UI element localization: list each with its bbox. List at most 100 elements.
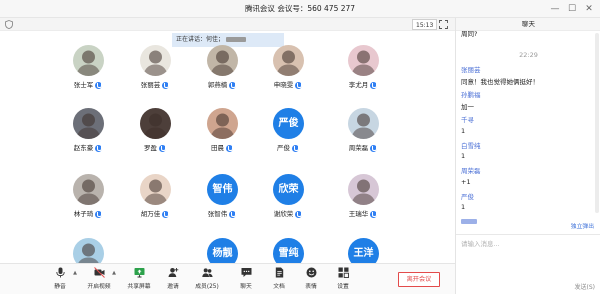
invite-button[interactable]: 邀请 bbox=[155, 267, 191, 293]
participant-name: 张士军 bbox=[58, 79, 118, 89]
share-screen-label: 共享屏幕 bbox=[127, 284, 151, 290]
grid-settings-icon bbox=[338, 267, 349, 278]
chat-message-text: 1 bbox=[461, 152, 466, 160]
members-button[interactable]: 成员(25) bbox=[189, 267, 225, 293]
participant-name-text: 罗盈 bbox=[144, 144, 157, 152]
maximize-button[interactable]: ☐ bbox=[565, 2, 579, 16]
participant-name-text: 李尤月 bbox=[348, 81, 369, 89]
title-bar: 腾讯会议 会议号：560 475 277 — ☐ ✕ bbox=[0, 0, 600, 18]
participant-name-text: 林子琦 bbox=[73, 210, 94, 218]
participant-name: 王瑞华 bbox=[333, 208, 393, 218]
participant-name-text: 王瑞华 bbox=[348, 210, 369, 218]
participant-name: 周荣磊 bbox=[333, 142, 393, 152]
chat-sender-name[interactable]: 孙鹏福 bbox=[461, 89, 481, 99]
reactions-button[interactable]: 表情 bbox=[293, 267, 329, 293]
avatar-initials: 严俊 bbox=[273, 108, 304, 139]
participant-tile[interactable]: 林子琦 bbox=[58, 174, 118, 230]
avatar-photo bbox=[140, 45, 171, 76]
chat-message-text: 同意！我也觉得她俩挺好！ bbox=[461, 78, 539, 86]
avatar-photo bbox=[73, 108, 104, 139]
mic-status-icon bbox=[370, 210, 378, 218]
participant-name: 赵东豪 bbox=[58, 142, 118, 152]
participant-tile[interactable]: 严俊 严俊 bbox=[258, 108, 318, 164]
participant-name: 李尤月 bbox=[333, 79, 393, 89]
chat-message-text: 加一 bbox=[461, 103, 474, 111]
chat-sender-name[interactable]: 张丽芸 bbox=[461, 64, 481, 74]
avatar-initials: 智伟 bbox=[207, 174, 238, 205]
participant-tile[interactable]: 郭燕楠 bbox=[192, 45, 252, 101]
participant-name: 胡万佳 bbox=[125, 208, 185, 218]
mic-status-icon bbox=[162, 210, 170, 218]
chat-message-text: 1 bbox=[461, 203, 466, 211]
avatar-photo bbox=[73, 174, 104, 205]
popout-chat-link[interactable]: 独立弹出 bbox=[571, 221, 594, 230]
chat-scrollbar[interactable] bbox=[595, 33, 599, 213]
participant-name-text: 郭燕楠 bbox=[207, 81, 228, 89]
mic-status-icon bbox=[370, 81, 378, 89]
video-options-caret-icon[interactable]: ▲ bbox=[112, 270, 116, 276]
participant-name: 张丽芸 bbox=[125, 79, 185, 89]
mic-status-icon bbox=[226, 144, 233, 152]
participant-tile[interactable]: 周荣磊 bbox=[333, 108, 393, 164]
participant-tile[interactable]: 王瑞华 bbox=[333, 174, 393, 230]
avatar-photo bbox=[273, 45, 304, 76]
camera-off-icon bbox=[93, 267, 105, 278]
chat-panel: 聊天 周同? 22:29 张丽芸 同意！我也觉得她俩挺好！ 孙鹏福 加一 千寻 1 白雪纯 1 周荣… bbox=[455, 18, 600, 294]
chat-sender-name[interactable]: 白雪纯 bbox=[461, 140, 481, 150]
participant-tile[interactable]: 胡万佳 bbox=[125, 174, 185, 230]
participant-tile[interactable]: 张士军 bbox=[58, 45, 118, 101]
meeting-toolbar: 静音 ▲ 开启视频 ▲ 共享屏幕 邀请 成员(25) 聊天 文档 表情 设置 离… bbox=[0, 263, 455, 294]
avatar-photo bbox=[140, 174, 171, 205]
microphone-icon bbox=[55, 267, 65, 278]
participant-tile[interactable]: 罗盈 bbox=[125, 108, 185, 164]
send-button[interactable]: 发送(S) bbox=[575, 282, 596, 291]
mute-options-caret-icon[interactable]: ▲ bbox=[73, 270, 77, 276]
participant-tile[interactable]: 田晨 bbox=[192, 108, 252, 164]
close-button[interactable]: ✕ bbox=[582, 2, 596, 16]
participant-name-text: 周荣磊 bbox=[348, 144, 369, 152]
mic-status-icon bbox=[295, 210, 303, 218]
mic-status-icon bbox=[95, 144, 103, 152]
participant-name-text: 申晓雯 bbox=[273, 81, 294, 89]
settings-button[interactable]: 设置 bbox=[325, 267, 361, 293]
participant-name: 谢欣荣 bbox=[258, 208, 318, 218]
participant-name-text: 张智伟 bbox=[207, 210, 228, 218]
chat-button[interactable]: 聊天 bbox=[228, 267, 264, 293]
participant-tile[interactable]: 智伟 张智伟 bbox=[192, 174, 252, 230]
fullscreen-icon[interactable] bbox=[439, 20, 448, 29]
video-button[interactable]: 开启视频 ▲ bbox=[81, 267, 117, 293]
participant-tile[interactable]: 赵东豪 bbox=[58, 108, 118, 164]
add-person-icon bbox=[168, 268, 178, 277]
share-screen-button[interactable]: 共享屏幕 bbox=[121, 267, 157, 293]
participant-name-text: 谢欣荣 bbox=[273, 210, 294, 218]
leave-meeting-button[interactable]: 离开会议 bbox=[398, 272, 440, 287]
shield-icon[interactable] bbox=[5, 20, 13, 29]
chat-input[interactable] bbox=[461, 238, 595, 268]
meeting-timer: 15:13 bbox=[412, 19, 438, 30]
chat-sender-name-clipped bbox=[461, 218, 477, 226]
video-label: 开启视频 bbox=[87, 284, 111, 290]
mic-status-icon bbox=[95, 210, 103, 218]
avatar-photo bbox=[140, 108, 171, 139]
chat-title: 聊天 bbox=[456, 18, 600, 31]
avatar-photo bbox=[348, 174, 379, 205]
participant-name: 严俊 bbox=[258, 142, 318, 152]
chat-sender-name[interactable]: 严俊 bbox=[461, 191, 474, 201]
participant-tile[interactable]: 李尤月 bbox=[333, 45, 393, 101]
participant-name: 田晨 bbox=[192, 142, 252, 152]
avatar-initials: 欣荣 bbox=[273, 174, 304, 205]
chat-sender-name[interactable]: 周荣磊 bbox=[461, 165, 481, 175]
mute-button[interactable]: 静音 ▲ bbox=[42, 267, 78, 293]
window-title: 腾讯会议 会议号：560 475 277 bbox=[244, 4, 356, 13]
chat-sender-name[interactable]: 千寻 bbox=[461, 114, 474, 124]
chat-message-list[interactable]: 周同? 22:29 张丽芸 同意！我也觉得她俩挺好！ 孙鹏福 加一 千寻 1 白雪纯 1 周荣磊 +1… bbox=[456, 31, 600, 233]
chat-message-text: 周同? bbox=[461, 31, 478, 38]
chat-label: 聊天 bbox=[240, 284, 252, 290]
docs-button[interactable]: 文档 bbox=[261, 267, 297, 293]
participant-tile[interactable]: 张丽芸 bbox=[125, 45, 185, 101]
minimize-button[interactable]: — bbox=[548, 2, 562, 16]
participant-tile[interactable]: 申晓雯 bbox=[258, 45, 318, 101]
participant-name-text: 胡万佳 bbox=[140, 210, 161, 218]
participant-tile[interactable]: 欣荣 谢欣荣 bbox=[258, 174, 318, 230]
chat-input-area: 发送(S) bbox=[456, 234, 600, 294]
